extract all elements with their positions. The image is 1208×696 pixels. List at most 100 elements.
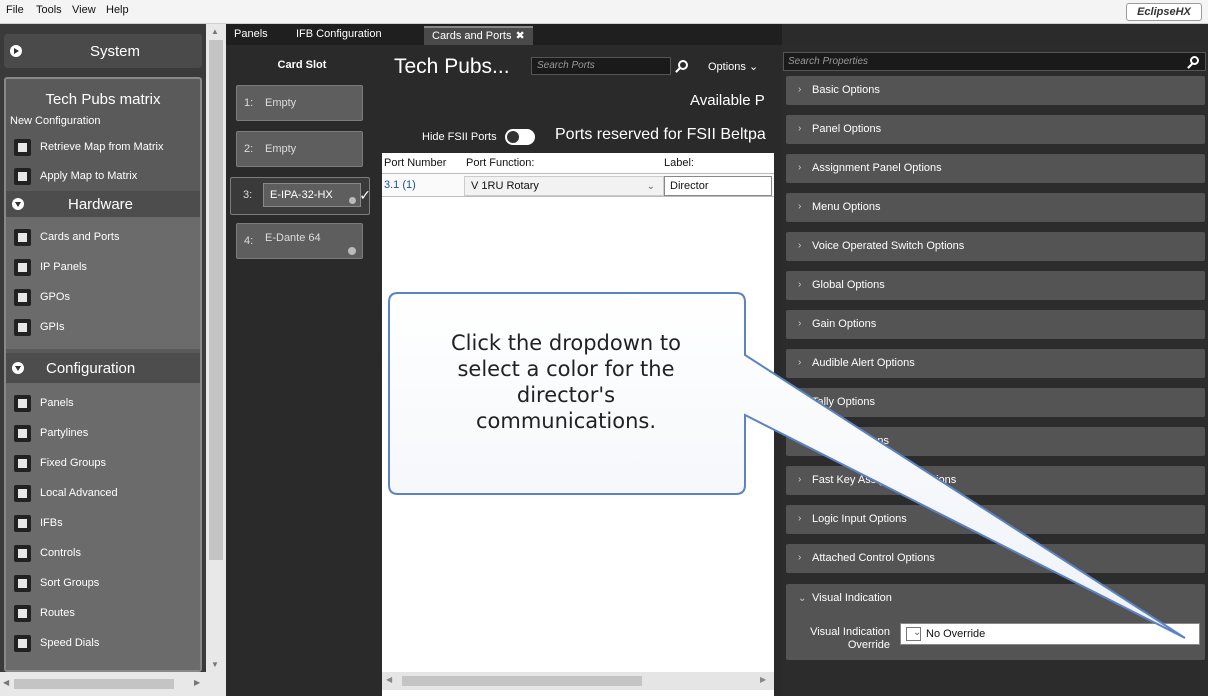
chevron-right-icon: › bbox=[798, 396, 802, 407]
card-slot-2[interactable]: 2: Empty bbox=[236, 131, 363, 167]
column-header-label[interactable]: Label: bbox=[664, 157, 694, 169]
hardware-section-header[interactable]: Hardware bbox=[6, 191, 200, 217]
chevron-down-icon: ⌄ bbox=[646, 181, 655, 192]
scroll-up-icon[interactable]: ▲ bbox=[211, 27, 219, 36]
chevron-down-icon[interactable]: ⌄ bbox=[798, 593, 806, 604]
sidebar-item-speed-dials[interactable]: Speed Dials bbox=[12, 633, 202, 655]
scrollbar-thumb[interactable] bbox=[209, 40, 223, 560]
sidebar-item-cards-and-ports[interactable]: Cards and Ports bbox=[12, 227, 202, 249]
options-button[interactable]: Options ⌄ bbox=[708, 60, 758, 73]
port-function-select[interactable]: V 1RU Rotary ⌄ bbox=[464, 176, 664, 196]
tab-ifb-configuration[interactable]: IFB Configuration bbox=[288, 26, 390, 45]
sidebar-item-label: Sort Groups bbox=[40, 577, 100, 589]
card-slot-3[interactable]: 3: E-IPA-32-HX ✓ bbox=[230, 177, 371, 215]
section-tally-options[interactable]: › Tally Options bbox=[786, 388, 1205, 417]
routes-icon bbox=[14, 605, 31, 622]
sidebar-item-controls[interactable]: Controls bbox=[12, 543, 202, 565]
section-basic-options[interactable]: › Basic Options bbox=[786, 76, 1205, 105]
search-icon[interactable] bbox=[1190, 56, 1199, 65]
sidebar-horizontal-scrollbar[interactable]: ◀ ▶ bbox=[0, 672, 226, 696]
section-audible-alert-options[interactable]: › Audible Alert Options bbox=[786, 349, 1205, 378]
scroll-down-icon[interactable]: ▼ bbox=[211, 660, 219, 669]
menu-file[interactable]: File bbox=[6, 4, 24, 16]
close-icon[interactable]: ✖ bbox=[515, 30, 524, 42]
sidebar-item-ip-panels[interactable]: IP Panels bbox=[12, 257, 202, 279]
visual-indication-override-select[interactable]: No Override ⌄ bbox=[900, 623, 1200, 645]
search-ports-input[interactable]: Search Ports bbox=[531, 57, 671, 75]
hide-fsii-toggle[interactable] bbox=[505, 129, 535, 145]
sidebar-item-ifbs[interactable]: IFBs bbox=[12, 513, 202, 535]
sidebar-item-fixed-groups[interactable]: Fixed Groups bbox=[12, 453, 202, 475]
port-label-input[interactable]: Director bbox=[664, 176, 772, 196]
chevron-right-icon: › bbox=[798, 84, 802, 95]
section-menu-options[interactable]: › Menu Options bbox=[786, 193, 1205, 222]
apply-map-icon bbox=[14, 168, 31, 185]
sidebar-item-local-advanced[interactable]: Local Advanced bbox=[12, 483, 202, 505]
section-gain-options[interactable]: › Gain Options bbox=[786, 310, 1205, 339]
sidebar-vertical-scrollbar[interactable]: ▲ ▼ bbox=[206, 24, 226, 672]
label-line-2: Override bbox=[847, 639, 890, 651]
configuration-items: Panels Partylines Fixed Groups Local Adv… bbox=[6, 383, 200, 670]
gear-icon[interactable] bbox=[348, 247, 356, 255]
section-panel-options[interactable]: › Panel Options bbox=[786, 115, 1205, 144]
sidebar-item-routes[interactable]: Routes bbox=[12, 603, 202, 625]
chevron-right-icon: › bbox=[798, 552, 802, 563]
retrieve-map-button[interactable]: Retrieve Map from Matrix bbox=[12, 137, 202, 159]
sidebar-item-label: GPOs bbox=[40, 291, 70, 303]
menu-help[interactable]: Help bbox=[106, 4, 129, 16]
chevron-down-icon: ⌄ bbox=[748, 61, 759, 73]
callout-line: director's bbox=[516, 383, 616, 407]
scroll-left-icon[interactable]: ◀ bbox=[386, 675, 392, 684]
sidebar-item-gpos[interactable]: GPOs bbox=[12, 287, 202, 309]
scroll-right-icon[interactable]: ▶ bbox=[194, 678, 200, 687]
section-assignment-panel-options[interactable]: › Assignment Panel Options bbox=[786, 154, 1205, 183]
column-header-port-function[interactable]: Port Function: bbox=[466, 157, 534, 169]
hardware-label: Hardware bbox=[68, 196, 134, 213]
table-row[interactable]: 3.1 (1) V 1RU Rotary ⌄ Director bbox=[382, 173, 774, 197]
sidebar-item-gpis[interactable]: GPIs bbox=[12, 317, 202, 339]
column-header-port-number[interactable]: Port Number bbox=[384, 157, 446, 169]
apply-map-button[interactable]: Apply Map to Matrix bbox=[12, 166, 202, 188]
section-label: Basic Options bbox=[812, 84, 880, 96]
scrollbar-thumb[interactable] bbox=[14, 679, 174, 689]
local-advanced-icon bbox=[14, 485, 31, 502]
section-logic-input-options[interactable]: › Logic Input Options bbox=[786, 505, 1205, 534]
tab-panels[interactable]: Panels bbox=[226, 26, 276, 45]
section-display-options[interactable]: › Display Options bbox=[786, 427, 1205, 456]
scrollbar-thumb[interactable] bbox=[402, 676, 642, 686]
scroll-left-icon[interactable]: ◀ bbox=[3, 678, 9, 687]
scroll-right-icon[interactable]: ▶ bbox=[760, 675, 766, 684]
sidebar-item-partylines[interactable]: Partylines bbox=[12, 423, 202, 445]
section-fast-key-options[interactable]: › Fast Key Assignment Options bbox=[786, 466, 1205, 495]
search-icon[interactable] bbox=[678, 60, 688, 70]
fixed-groups-icon bbox=[14, 455, 31, 472]
controls-icon bbox=[14, 545, 31, 562]
system-button[interactable]: System bbox=[4, 34, 202, 68]
card-slot-header: Card Slot bbox=[277, 59, 327, 71]
tab-cards-and-ports[interactable]: Cards and Ports ✖ bbox=[424, 26, 533, 45]
callout-text: Click the dropdown to select a color for… bbox=[390, 330, 742, 434]
ports-horizontal-scrollbar[interactable]: ◀ ▶ bbox=[382, 672, 774, 690]
section-label[interactable]: Visual Indication bbox=[812, 592, 892, 604]
slot-number: 2: bbox=[244, 143, 254, 155]
slot-name: Empty bbox=[265, 143, 297, 155]
gpi-icon bbox=[14, 319, 31, 336]
sidebar-item-label: Speed Dials bbox=[40, 637, 100, 649]
section-label: Global Options bbox=[812, 279, 885, 291]
card-slot-4[interactable]: 4: E-Dante 64 bbox=[236, 223, 363, 259]
search-properties-input[interactable]: Search Properties bbox=[783, 52, 1206, 71]
sidebar-item-sort-groups[interactable]: Sort Groups bbox=[12, 573, 202, 595]
configuration-section-header[interactable]: Configuration bbox=[6, 353, 200, 383]
card-slot-1[interactable]: 1: Empty bbox=[236, 85, 363, 121]
apply-map-label: Apply Map to Matrix bbox=[40, 170, 138, 182]
hardware-items: Cards and Ports IP Panels GPOs GPIs bbox=[6, 217, 200, 349]
sidebar-item-panels[interactable]: Panels bbox=[12, 393, 202, 415]
section-attached-control-options[interactable]: › Attached Control Options bbox=[786, 544, 1205, 573]
sidebar: System Tech Pubs matrix New Configuratio… bbox=[0, 24, 226, 696]
section-global-options[interactable]: › Global Options bbox=[786, 271, 1205, 300]
menu-tools[interactable]: Tools bbox=[36, 4, 62, 16]
menu-view[interactable]: View bbox=[72, 4, 96, 16]
gear-icon[interactable] bbox=[349, 197, 356, 204]
section-vox-options[interactable]: › Voice Operated Switch Options bbox=[786, 232, 1205, 261]
chevron-right-icon: › bbox=[798, 435, 802, 446]
